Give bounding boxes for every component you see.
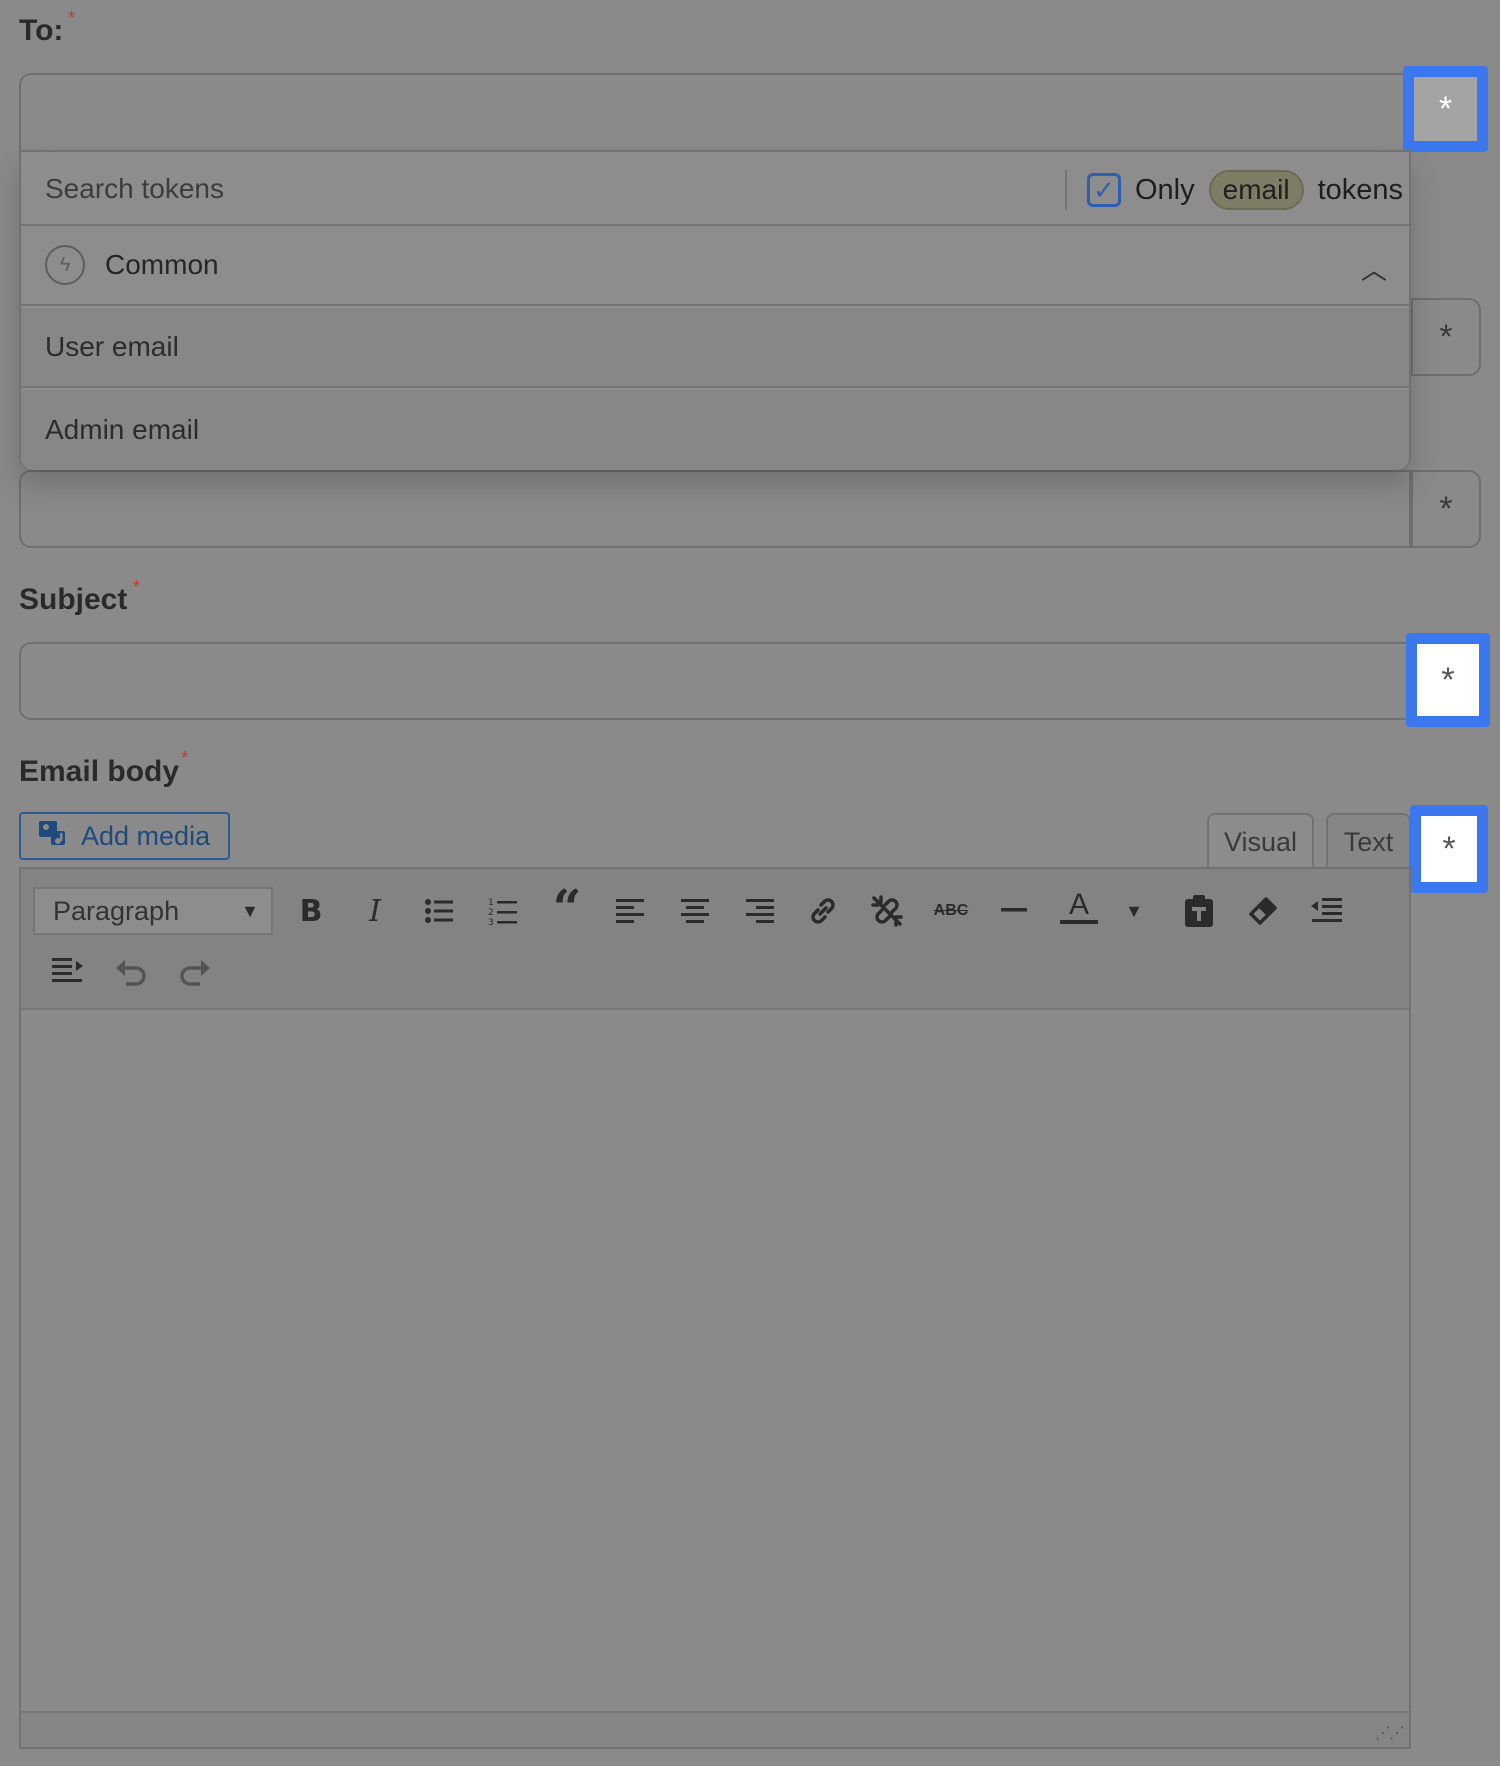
tokens-label: tokens xyxy=(1317,173,1404,206)
media-icon xyxy=(37,817,69,856)
asterisk-icon: * xyxy=(1438,89,1453,128)
search-divider xyxy=(1065,170,1067,210)
to-extra-token-button-2[interactable]: * xyxy=(1411,470,1481,548)
to-input[interactable] xyxy=(19,73,1411,151)
token-item-label: User email xyxy=(45,331,179,362)
to-extra-token-button-1[interactable]: * xyxy=(1411,298,1481,376)
chevron-up-icon[interactable]: ︿ xyxy=(1361,250,1387,287)
paste-text-icon[interactable] xyxy=(1175,887,1223,935)
tab-text[interactable]: Text xyxy=(1326,813,1411,869)
only-email-checkbox[interactable]: ✓ xyxy=(1087,173,1121,207)
token-item-admin-email[interactable]: Admin email xyxy=(21,390,1409,470)
email-body-token-button[interactable]: * xyxy=(1410,805,1488,893)
email-filter-pill: email xyxy=(1208,170,1304,210)
indent-icon[interactable] xyxy=(43,947,91,995)
token-group-label: Common xyxy=(105,249,219,280)
to-required-mark: * xyxy=(68,8,76,28)
asterisk-icon: * xyxy=(1439,489,1453,528)
editor-status-bar: ⋰⋰ xyxy=(21,1711,1409,1747)
caret-down-icon: ▼ xyxy=(241,901,259,921)
svg-text:2: 2 xyxy=(488,908,494,918)
to-extra-field-2[interactable] xyxy=(19,470,1411,548)
text-color-dropdown-icon[interactable]: ▼ xyxy=(1121,887,1147,935)
align-center-icon[interactable] xyxy=(671,887,719,935)
subject-token-button[interactable]: * xyxy=(1406,633,1490,727)
blockquote-icon[interactable]: “ xyxy=(543,878,591,937)
token-search-row: ✓ Only email tokens xyxy=(21,150,1409,226)
token-item-label: Admin email xyxy=(45,414,200,445)
asterisk-icon: * xyxy=(1441,660,1455,699)
link-icon[interactable] xyxy=(799,887,847,935)
add-media-label: Add media xyxy=(81,820,211,851)
asterisk-icon: * xyxy=(1439,317,1453,356)
clear-formatting-icon[interactable] xyxy=(1239,887,1287,935)
add-media-button[interactable]: Add media xyxy=(19,812,230,860)
token-group-common[interactable]: ϟ Common ︿ xyxy=(21,226,1409,306)
unlink-icon[interactable] xyxy=(863,887,911,935)
email-body-editor[interactable]: Paragraph ▼ B I 123 “ ABC A ▼ ⋰⋰ xyxy=(19,867,1411,1749)
bold-icon[interactable]: B xyxy=(287,887,335,935)
svg-text:3: 3 xyxy=(488,918,494,926)
lightning-circle-icon: ϟ xyxy=(45,245,85,285)
undo-icon[interactable] xyxy=(107,947,155,995)
svg-text:1: 1 xyxy=(488,898,494,908)
only-label: Only xyxy=(1135,173,1195,206)
align-right-icon[interactable] xyxy=(735,887,783,935)
subject-label: Subject xyxy=(19,583,128,616)
to-token-button[interactable]: * xyxy=(1403,66,1488,152)
token-dropdown: ✓ Only email tokens ϟ Common ︿ User emai… xyxy=(19,150,1411,470)
subject-required-mark: * xyxy=(133,577,141,597)
resize-handle-icon[interactable]: ⋰⋰ xyxy=(1375,1723,1405,1743)
bullet-list-icon[interactable] xyxy=(415,887,463,935)
editor-toolbar: Paragraph ▼ B I 123 “ ABC A ▼ xyxy=(21,869,1409,1010)
email-body-required-mark: * xyxy=(181,748,189,768)
asterisk-icon: * xyxy=(1442,829,1456,868)
token-item-user-email[interactable]: User email xyxy=(21,308,1409,388)
strikethrough-icon[interactable]: ABC xyxy=(927,887,975,935)
outdent-icon[interactable] xyxy=(1303,887,1351,935)
to-label: To: xyxy=(19,14,64,47)
email-body-label: Email body xyxy=(19,755,180,788)
italic-icon[interactable]: I xyxy=(351,887,399,935)
tab-visual[interactable]: Visual xyxy=(1207,813,1314,869)
checkmark-icon: ✓ xyxy=(1093,174,1115,205)
only-email-filter[interactable]: ✓ Only email tokens xyxy=(1087,168,1403,212)
horizontal-rule-icon[interactable] xyxy=(991,887,1039,935)
align-left-icon[interactable] xyxy=(607,887,655,935)
token-search-input[interactable] xyxy=(45,168,1025,210)
numbered-list-icon[interactable]: 123 xyxy=(479,887,527,935)
redo-icon[interactable] xyxy=(171,947,219,995)
format-select[interactable]: Paragraph ▼ xyxy=(33,887,273,935)
subject-input[interactable] xyxy=(19,642,1411,720)
text-color-icon[interactable]: A xyxy=(1055,883,1103,931)
